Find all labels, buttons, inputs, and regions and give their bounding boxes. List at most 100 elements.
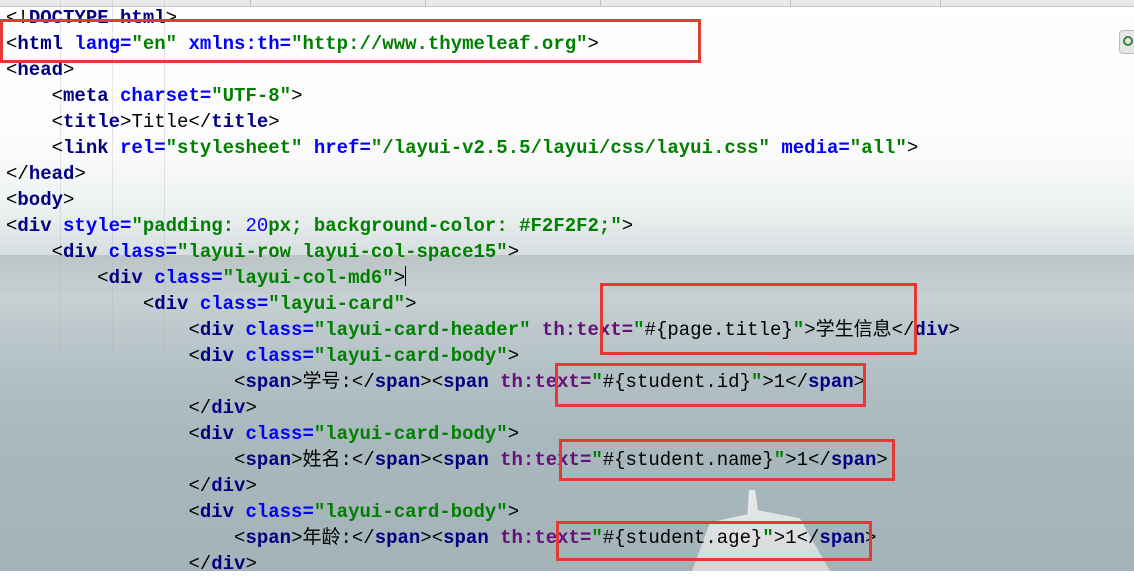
code-token-str: " [792, 319, 805, 341]
code-token-tag: DOCTYPE html [28, 7, 166, 29]
code-token-str: px; background-color: #F2F2F2;" [268, 215, 622, 237]
code-line[interactable]: <head> [6, 57, 960, 83]
code-token-p: < [6, 33, 18, 55]
code-token-str: " [591, 371, 603, 393]
code-line[interactable]: <body> [6, 187, 960, 213]
code-token-tag: head [17, 59, 64, 81]
code-token-txt: Title [131, 111, 189, 133]
code-token-attr: href= [313, 137, 371, 159]
code-token-str: "layui-card-body" [313, 345, 508, 367]
code-token-p [531, 319, 542, 341]
code-line[interactable]: <span>姓名:</span><span th:text="#{student… [6, 447, 960, 473]
code-token-p: < [6, 59, 18, 81]
code-token-p: < [234, 527, 246, 549]
code-token-p: > [120, 111, 132, 133]
code-token-p: > [165, 7, 178, 29]
code-token-tag: html [17, 33, 75, 55]
code-token-tag: span [374, 371, 421, 393]
code-line[interactable]: <link rel="stylesheet" href="/layui-v2.5… [6, 135, 960, 161]
code-token-txt: 1 [796, 449, 808, 471]
code-token-tag: div [211, 475, 246, 497]
code-token-num: 20 [245, 215, 269, 237]
code-line[interactable]: <html lang="en" xmlns:th="http://www.thy… [6, 31, 960, 57]
code-token-tag: span [374, 449, 421, 471]
code-token-str: "UTF-8" [211, 85, 292, 107]
code-line[interactable]: <div class="layui-card-body"> [6, 343, 960, 369]
code-token-p: > [63, 59, 75, 81]
code-line[interactable]: </div> [6, 551, 960, 577]
code-token-expr: #{page.title} [644, 319, 793, 341]
code-token-expr: #{student.name} [602, 449, 774, 471]
code-token-attr: lang= [74, 33, 132, 55]
code-token-str: " [773, 449, 786, 471]
code-line[interactable]: </head> [6, 161, 960, 187]
code-line[interactable]: <title>Title</title> [6, 109, 960, 135]
code-token-tag: title [63, 111, 121, 133]
code-token-str: "layui-col-md6" [222, 267, 394, 289]
code-token-txt: 学号: [302, 371, 352, 393]
code-token-p: < [51, 137, 64, 159]
code-token-tag: div [154, 293, 200, 315]
code-line[interactable]: <div class="layui-card-body"> [6, 421, 960, 447]
code-token-p: > [773, 527, 786, 549]
code-token-txt: 姓名: [302, 449, 352, 471]
code-token-str: "all" [849, 137, 907, 159]
code-token-p: </ [188, 397, 212, 419]
code-token-p: > [268, 111, 280, 133]
code-line[interactable]: <div class="layui-card-header" th:text="… [6, 317, 960, 343]
code-token-str: "layui-card-body" [313, 423, 508, 445]
code-line[interactable]: </div> [6, 395, 960, 421]
code-line[interactable]: <div class="layui-row layui-col-space15"… [6, 239, 960, 265]
code-line[interactable]: <div class="layui-card-body"> [6, 499, 960, 525]
code-editor[interactable]: <!DOCTYPE html> <html lang="en" xmlns:th=… [6, 5, 960, 577]
code-line[interactable]: <meta charset="UTF-8"> [6, 83, 960, 109]
code-token-str: "layui-card-header" [313, 319, 531, 341]
code-token-attr: rel= [120, 137, 166, 159]
code-line[interactable]: <!DOCTYPE html> [6, 5, 960, 31]
code-token-tag: body [17, 189, 64, 211]
code-token-p: > [948, 319, 961, 341]
code-line[interactable]: <div class="layui-col-md6"> [6, 265, 960, 291]
chrome-icon[interactable] [1119, 30, 1134, 54]
code-line[interactable]: <div class="layui-card"> [6, 291, 960, 317]
code-line[interactable]: <span>年龄:</span><span th:text="#{student… [6, 525, 960, 551]
code-token-p: <! [6, 7, 29, 29]
code-token-p: > [507, 345, 520, 367]
code-token-tag: span [245, 527, 292, 549]
code-token-p: >< [420, 527, 444, 549]
code-token-tag: span [808, 371, 854, 393]
code-token-p: </ [796, 527, 820, 549]
code-token-attr: class= [154, 267, 223, 289]
code-token-p: > [405, 293, 417, 315]
code-token-p: < [188, 423, 200, 445]
code-token-tag: div [199, 423, 246, 445]
code-token-p: > [291, 449, 303, 471]
code-token-str: "en" [131, 33, 178, 55]
code-token-p: > [245, 475, 257, 497]
code-token-str: "layui-card-body" [313, 501, 508, 523]
code-line[interactable]: <span>学号:</span><span th:text="#{student… [6, 369, 960, 395]
code-token-tag: div [199, 319, 246, 341]
code-token-str: "/layui-v2.5.5/layui/css/layui.css" [370, 137, 770, 159]
code-token-p: </ [188, 475, 212, 497]
code-token-p: > [621, 215, 634, 237]
code-token-p: > [291, 371, 303, 393]
code-token-th: th:text= [500, 371, 592, 393]
code-token-expr: #{student.id} [602, 371, 751, 393]
code-token-txt: 1 [785, 527, 797, 549]
code-token-p: > [63, 189, 75, 211]
code-token-p: > [507, 423, 520, 445]
code-token-str: " [633, 319, 645, 341]
code-line[interactable]: </div> [6, 473, 960, 499]
code-token-p: </ [891, 319, 915, 341]
code-token-str: "stylesheet" [165, 137, 303, 159]
code-token-p: </ [188, 553, 212, 575]
code-line[interactable]: <div style="padding: 20px; background-co… [6, 213, 960, 239]
